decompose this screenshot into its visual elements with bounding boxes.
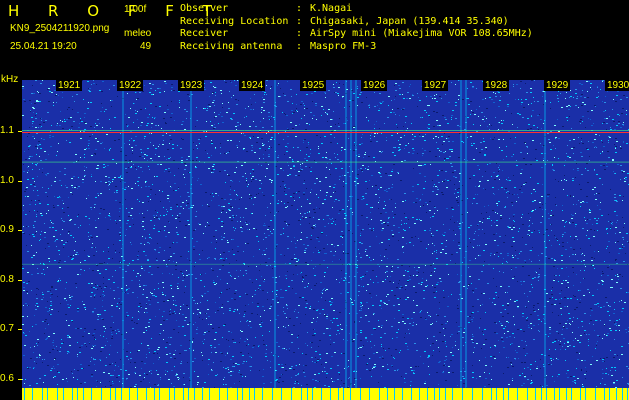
x-tick-label: 1923 (178, 80, 205, 91)
info-row-antenna: Receiving antenna: Maspro FM-3 (180, 40, 377, 52)
x-tick-label: 1927 (422, 80, 449, 91)
x-tick-label: 1924 (239, 80, 266, 91)
version-label: 1.00f (124, 4, 147, 15)
spectrogram-baseline (22, 388, 629, 400)
tone-line-upper (22, 161, 629, 163)
x-tick-label: 1928 (483, 80, 510, 91)
y-tick-label: 1.0 (0, 174, 14, 186)
x-tick-label: 1921 (56, 80, 83, 91)
x-tick-label: 1929 (544, 80, 571, 91)
x-tick-label: 1926 (361, 80, 388, 91)
y-tick-label: 0.7 (0, 323, 14, 335)
y-tick-label: 0.6 (0, 373, 14, 384)
carrier-line-red (22, 132, 629, 133)
filename-label: KN9_2504211920.png (10, 23, 110, 34)
info-row-observer: Observer: K.Nagai (180, 3, 353, 14)
tone-line-lower (22, 263, 629, 265)
x-tick-label: 1922 (117, 80, 144, 91)
y-tick-label: 0.9 (0, 224, 14, 236)
spectrogram-svg (22, 80, 629, 400)
info-row-location: Receiving Location: Chigasaki, Japan (139… (180, 15, 509, 27)
y-tick-label: 1.1 (0, 125, 14, 136)
meleo-label: meleo (124, 28, 152, 39)
count-label: 49 (140, 41, 152, 52)
carrier-line-green (22, 130, 629, 131)
station-info: Observer: K.Nagai Receiving Location: Chig… (180, 3, 533, 53)
header-panel: H R O F F T 1.00f KN9_2504211920.png mel… (0, 0, 629, 76)
spectrogram-plot[interactable] (22, 80, 629, 400)
x-tick-label: 1925 (300, 80, 327, 91)
info-row-receiver: Receiver: AirSpy mini (Miakejima VOR 108.… (180, 28, 533, 40)
x-tick-label: 1930 (605, 80, 629, 91)
y-tick-label: 0.8 (0, 273, 14, 285)
datetime-label: 25.04.21 19:20 (10, 41, 77, 52)
y-axis-unit: kHz (1, 74, 19, 85)
